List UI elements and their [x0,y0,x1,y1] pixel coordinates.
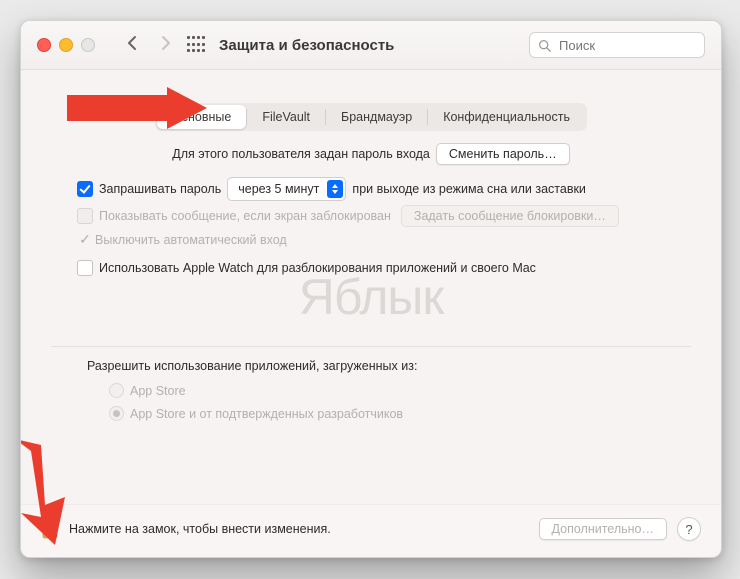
require-password-checkbox[interactable] [77,181,93,197]
apple-watch-checkbox[interactable] [77,260,93,276]
tab-filevault[interactable]: FileVault [247,105,325,129]
back-button[interactable] [121,31,143,59]
tab-privacy[interactable]: Конфиденциальность [428,105,585,129]
tab-firewall[interactable]: Брандмауэр [326,105,427,129]
zoom-button [81,38,95,52]
preferences-window: Защита и безопасность Основные FileVault… [20,20,722,558]
window-controls [37,38,95,52]
page-title: Защита и безопасность [219,37,394,54]
forward-button [155,31,177,59]
checkmark-icon: ✓ [77,231,93,248]
show-lock-message-label: Показывать сообщение, если экран заблоки… [99,209,391,223]
allow-identified-label: App Store и от подтвержденных разработчи… [130,407,403,421]
change-password-button[interactable]: Сменить пароль… [436,143,570,165]
search-icon [538,39,551,52]
advanced-button[interactable]: Дополнительно… [539,518,667,540]
search-field-container[interactable] [529,32,705,58]
require-password-after-label: при выходе из режима сна или заставки [352,182,586,196]
navigation-arrows [121,31,177,59]
allow-identified-radio [109,406,124,421]
show-all-icon[interactable] [187,36,205,54]
titlebar: Защита и безопасность [21,21,721,70]
stepper-icon [327,180,343,198]
tab-bar: Основные FileVault Брандмауэр Конфиденци… [21,103,721,131]
require-password-delay-select[interactable]: через 5 минут [227,177,346,201]
footer: Нажмите на замок, чтобы внести изменения… [21,504,721,557]
tabs-segment: Основные FileVault Брандмауэр Конфиденци… [155,103,587,131]
tab-general[interactable]: Основные [157,105,246,129]
allow-appstore-radio [109,383,124,398]
search-input[interactable] [557,37,696,54]
apple-watch-label: Использовать Apple Watch для разблокиров… [99,261,536,275]
login-password-set-label: Для этого пользователя задан пароль вход… [172,147,430,161]
allow-appstore-label: App Store [130,384,186,398]
divider [51,346,691,347]
main-content: Для этого пользователя задан пароль вход… [51,141,691,423]
require-password-label: Запрашивать пароль [99,182,221,196]
minimize-button[interactable] [59,38,73,52]
show-lock-message-checkbox [77,208,93,224]
allow-apps-heading: Разрешить использование приложений, загр… [87,359,417,373]
lock-icon[interactable] [41,519,59,539]
lock-hint-text: Нажмите на замок, чтобы внести изменения… [69,522,331,536]
help-button[interactable]: ? [677,517,701,541]
close-button[interactable] [37,38,51,52]
require-password-delay-value: через 5 минут [238,182,319,196]
set-lock-message-button: Задать сообщение блокировки… [401,205,619,227]
disable-autologin-label: Выключить автоматический вход [95,233,287,247]
